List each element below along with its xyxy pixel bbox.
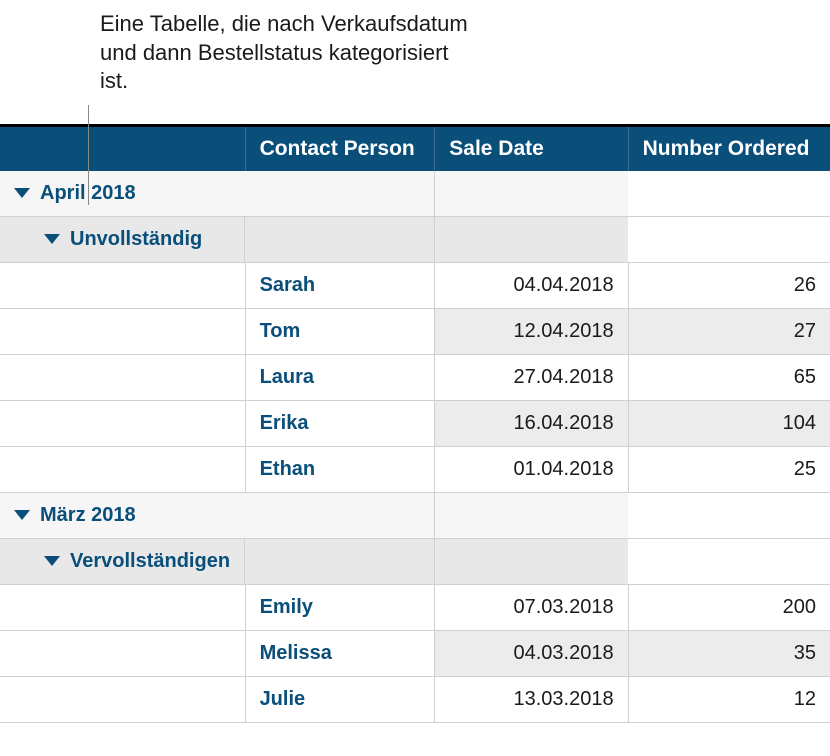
group-spacer <box>245 492 435 538</box>
disclosure-triangle-icon[interactable] <box>44 556 60 566</box>
subgroup-label: Vervollständigen <box>70 550 230 573</box>
callout-text: Eine Tabelle, die nach Verkaufsdatum und… <box>0 0 480 96</box>
group-row[interactable]: März 2018 <box>0 492 830 538</box>
cell-date: 27.04.2018 <box>435 354 628 400</box>
group-spacer <box>435 492 628 538</box>
table-row: Tom12.04.201827 <box>0 308 830 354</box>
table-header-row: Contact Person Sale Date Number Ordered <box>0 127 830 171</box>
subgroup-spacer <box>435 538 628 584</box>
cell-contact: Julie <box>245 676 435 722</box>
callout-annotation: Eine Tabelle, die nach Verkaufsdatum und… <box>0 0 830 96</box>
table-row: Laura27.04.201865 <box>0 354 830 400</box>
header-indent <box>0 127 245 171</box>
subgroup-spacer <box>435 216 628 262</box>
table-row: Julie13.03.201812 <box>0 676 830 722</box>
subgroup-spacer <box>245 216 435 262</box>
cell-date: 04.04.2018 <box>435 262 628 308</box>
header-number-ordered: Number Ordered <box>628 127 830 171</box>
cell-date: 16.04.2018 <box>435 400 628 446</box>
row-indent <box>0 400 245 446</box>
row-indent <box>0 584 245 630</box>
callout-line <box>88 105 89 205</box>
cell-contact: Tom <box>245 308 435 354</box>
header-contact-person: Contact Person <box>245 127 435 171</box>
subgroup-toggle-cell[interactable]: Unvollständig <box>0 217 245 262</box>
cell-number: 200 <box>628 584 830 630</box>
cell-contact: Emily <box>245 584 435 630</box>
cell-number: 65 <box>628 354 830 400</box>
row-indent <box>0 630 245 676</box>
table-row: Melissa04.03.201835 <box>0 630 830 676</box>
cell-number: 12 <box>628 676 830 722</box>
row-indent <box>0 676 245 722</box>
group-toggle-cell[interactable]: März 2018 <box>0 493 245 538</box>
cell-number: 25 <box>628 446 830 492</box>
group-label: März 2018 <box>40 504 136 527</box>
table-row: Ethan01.04.201825 <box>0 446 830 492</box>
disclosure-triangle-icon[interactable] <box>14 510 30 520</box>
subgroup-row[interactable]: Unvollständig <box>0 216 830 262</box>
cell-contact: Sarah <box>245 262 435 308</box>
group-spacer <box>245 171 435 217</box>
group-row[interactable]: April 2018 <box>0 171 830 217</box>
data-table-container: Contact Person Sale Date Number Ordered … <box>0 124 830 723</box>
subgroup-label: Unvollständig <box>70 228 202 251</box>
subgroup-toggle-cell[interactable]: Vervollständigen <box>0 539 245 584</box>
table-row: Emily07.03.2018200 <box>0 584 830 630</box>
subgroup-row[interactable]: Vervollständigen <box>0 538 830 584</box>
cell-date: 12.04.2018 <box>435 308 628 354</box>
cell-date: 07.03.2018 <box>435 584 628 630</box>
cell-contact: Erika <box>245 400 435 446</box>
table-row: Erika16.04.2018104 <box>0 400 830 446</box>
disclosure-triangle-icon[interactable] <box>14 188 30 198</box>
categorized-table: Contact Person Sale Date Number Ordered … <box>0 127 830 723</box>
group-toggle-cell[interactable]: April 2018 <box>0 171 245 216</box>
table-row: Sarah04.04.201826 <box>0 262 830 308</box>
cell-date: 13.03.2018 <box>435 676 628 722</box>
cell-date: 01.04.2018 <box>435 446 628 492</box>
cell-number: 35 <box>628 630 830 676</box>
cell-contact: Ethan <box>245 446 435 492</box>
cell-contact: Melissa <box>245 630 435 676</box>
cell-number: 104 <box>628 400 830 446</box>
subgroup-spacer <box>245 538 435 584</box>
header-sale-date: Sale Date <box>435 127 628 171</box>
row-indent <box>0 308 245 354</box>
row-indent <box>0 262 245 308</box>
row-indent <box>0 354 245 400</box>
disclosure-triangle-icon[interactable] <box>44 234 60 244</box>
cell-number: 27 <box>628 308 830 354</box>
group-spacer <box>435 171 628 217</box>
row-indent <box>0 446 245 492</box>
cell-contact: Laura <box>245 354 435 400</box>
cell-date: 04.03.2018 <box>435 630 628 676</box>
cell-number: 26 <box>628 262 830 308</box>
